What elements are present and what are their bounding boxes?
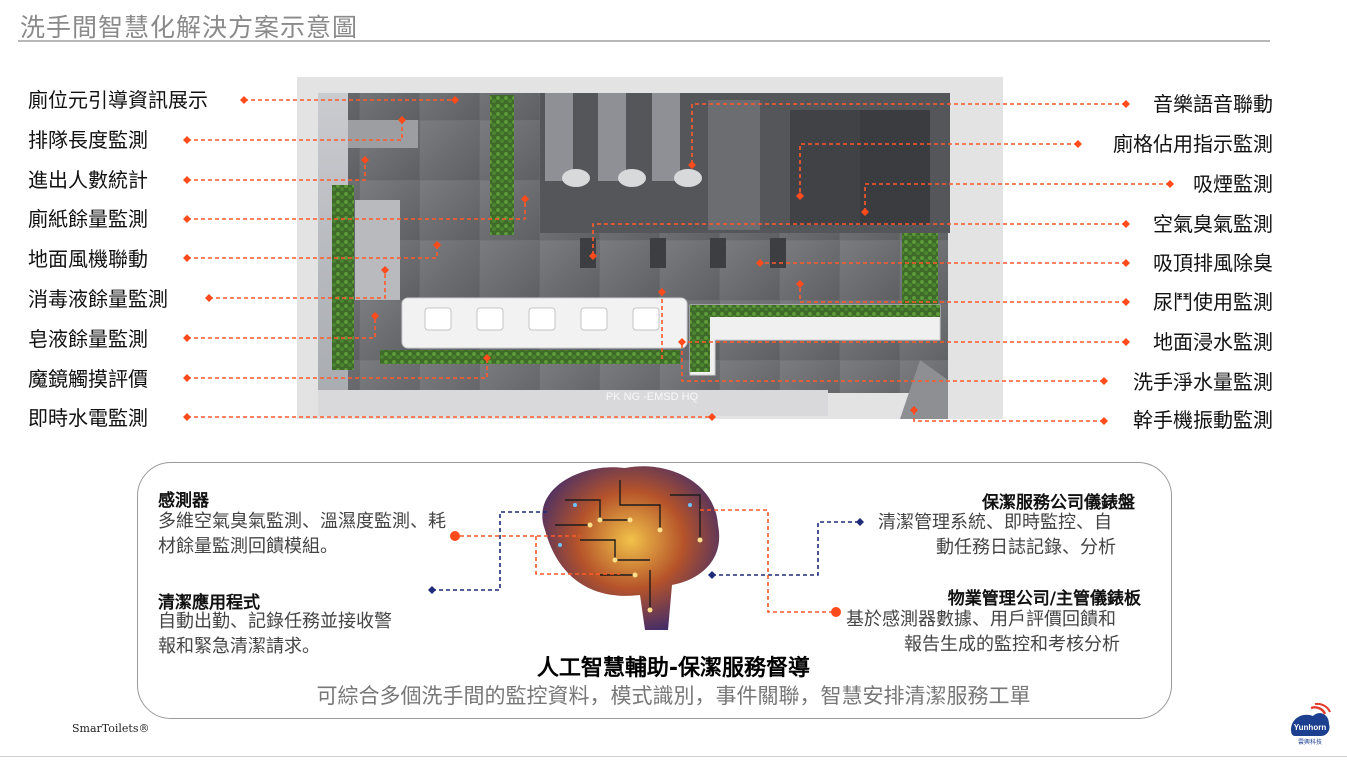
ai-subheading: 可綜合多個洗手間的監控資料，模式識別，事件關聯，智慧安排清潔服務工單	[316, 684, 1031, 708]
connector-dot	[450, 531, 460, 541]
footer-divider	[0, 756, 1347, 757]
connector-line	[432, 511, 550, 591]
connector-line	[700, 509, 836, 613]
connector-dot	[831, 607, 841, 617]
ai-brain-icon	[542, 466, 720, 630]
logo-subtext: 雲興科技	[1298, 738, 1322, 746]
yunhorn-logo: Yunhorn 雲興科技	[1291, 702, 1331, 746]
connector-diamond	[708, 571, 716, 579]
connector-line	[712, 521, 860, 576]
footer-brand: SmarToilets®	[72, 722, 150, 735]
connector-diamond	[428, 586, 436, 594]
logo-text: Yunhorn	[1294, 723, 1327, 732]
ai-heading: 人工智慧輔助-保潔服務督導	[536, 656, 811, 681]
ai-connectors	[428, 466, 864, 630]
connector-diamond	[856, 518, 864, 526]
